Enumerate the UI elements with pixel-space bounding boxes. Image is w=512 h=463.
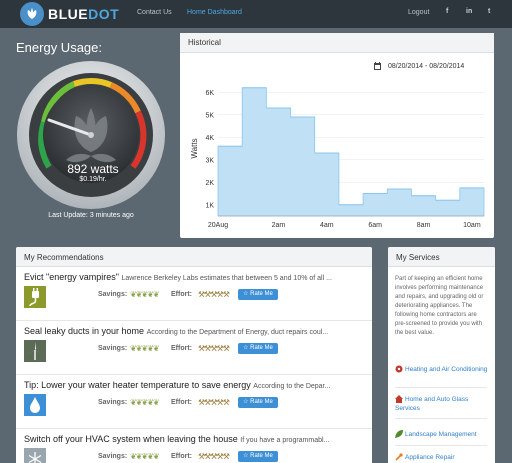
wind-turbine-icon [24, 340, 46, 362]
service-label: Appliance Repair [405, 454, 455, 461]
recommendation-desc: According to the Depar... [253, 383, 331, 390]
historical-chart: 1K 2K 3K 4K 5K 6K 20Aug 2am 4am 6am 8am 10am Watts [190, 87, 485, 229]
savings-label: Savings: [98, 453, 128, 460]
recommendation-text[interactable]: Switch off your HVAC system when leaving… [24, 434, 364, 444]
recommendation-item: Switch off your HVAC system when leaving… [16, 429, 372, 463]
y-tick-label: 4K [205, 135, 214, 142]
top-navbar: BLUEDOT Contact Us Home Dashboard Logout… [0, 0, 512, 28]
recommendation-desc: Lawrence Berkeley Labs estimates that be… [121, 275, 332, 282]
services-description: Part of keeping an efficient home involv… [395, 276, 484, 336]
savings-rating-icon: ❦❦❦❦❦ [130, 398, 159, 407]
x-tick-label: 10am [463, 222, 481, 229]
recommendation-title: Switch off your HVAC system when leaving… [24, 434, 238, 444]
services-panel: My Services Part of keeping an efficient… [388, 247, 495, 463]
service-item-landscape[interactable]: Landscape Management [395, 430, 491, 439]
recommendation-desc: If you have a programmabl... [240, 437, 330, 444]
recommendation-text[interactable]: Evict "energy vampires" Lawrence Berkele… [24, 272, 364, 282]
x-tick-label: 8am [417, 222, 431, 229]
x-tick-label: 6am [368, 222, 382, 229]
historical-panel: Historical 08/20/2014 - 08/20/2014 1K 2K 3… [180, 33, 494, 238]
logout-link[interactable]: Logout [408, 9, 429, 16]
current-watts: 892 watts [67, 162, 119, 176]
effort-rating-icon: ⚒⚒⚒⚒⚒ [198, 398, 230, 407]
plug-icon [24, 286, 46, 308]
bluedot-logo-icon[interactable] [20, 2, 44, 26]
y-axis-label: Watts [190, 138, 199, 158]
snowflake-icon [24, 448, 46, 463]
y-tick-label: 3K [205, 157, 214, 164]
divider [395, 418, 487, 419]
last-update-text: Last Update: 3 minutes ago [48, 212, 134, 219]
effort-label: Effort: [171, 291, 192, 298]
rate-me-button[interactable]: ☆ Rate Me [238, 451, 278, 462]
nav-contact-us[interactable]: Contact Us [137, 9, 172, 16]
effort-label: Effort: [171, 453, 192, 460]
savings-rating-icon: ❦❦❦❦❦ [130, 290, 159, 299]
service-item-glass[interactable]: Home and Auto Glass Services [395, 395, 491, 413]
y-tick-label: 6K [205, 90, 214, 97]
services-title: My Services [396, 253, 440, 262]
twitter-icon[interactable]: t [488, 8, 490, 15]
energy-gauge [17, 61, 165, 209]
recommendation-desc: According to the Department of Energy, d… [146, 329, 329, 336]
brand-name-part-a: BLUE [48, 6, 89, 22]
y-tick-label: 2K [205, 180, 214, 187]
service-label: Landscape Management [405, 431, 477, 438]
service-label: Home and Auto Glass Services [395, 396, 469, 412]
recommendations-header: My Recommendations [16, 247, 372, 267]
rate-me-button[interactable]: ☆ Rate Me [238, 289, 278, 300]
brand-name-part-b: DOT [88, 6, 120, 22]
recommendations-panel: My Recommendations Evict "energy vampire… [16, 247, 372, 463]
y-tick-label: 5K [205, 112, 214, 119]
linkedin-icon[interactable]: in [466, 8, 472, 15]
savings-label: Savings: [98, 345, 128, 352]
x-tick-label: 2am [272, 222, 286, 229]
recommendations-title: My Recommendations [24, 253, 104, 262]
recommendation-item: Seal leaky ducts in your home According … [16, 321, 372, 375]
service-label: Heating and Air Conditioning [405, 366, 488, 373]
recommendation-item: Evict "energy vampires" Lawrence Berkele… [16, 267, 372, 321]
effort-label: Effort: [171, 399, 192, 406]
savings-label: Savings: [98, 399, 128, 406]
facebook-icon[interactable]: f [446, 8, 448, 15]
y-tick-label: 1K [205, 202, 214, 209]
recommendation-title: Evict "energy vampires" [24, 272, 119, 282]
rate-me-button[interactable]: ☆ Rate Me [238, 397, 278, 408]
series-area [217, 87, 485, 217]
divider [395, 445, 487, 446]
savings-rating-icon: ❦❦❦❦❦ [130, 452, 159, 461]
leaf-icon [395, 430, 403, 439]
cost-per-hour: $0.19/hr. [79, 176, 107, 183]
effort-rating-icon: ⚒⚒⚒⚒⚒ [198, 452, 230, 461]
recommendation-title: Tip: Lower your water heater temperature… [24, 380, 251, 390]
effort-label: Effort: [171, 345, 192, 352]
recommendation-text[interactable]: Seal leaky ducts in your home According … [24, 326, 364, 336]
wrench-icon [395, 453, 403, 461]
nav-home-dashboard[interactable]: Home Dashboard [187, 9, 242, 16]
service-item-appliance[interactable]: Appliance Repair [395, 453, 491, 462]
fan-icon [395, 365, 403, 373]
savings-rating-icon: ❦❦❦❦❦ [130, 344, 159, 353]
energy-usage-title: Energy Usage: [16, 40, 102, 55]
service-item-heating[interactable]: Heating and Air Conditioning [395, 365, 491, 374]
recommendation-title: Seal leaky ducts in your home [24, 326, 145, 336]
services-header: My Services [388, 247, 495, 267]
x-tick-label: 20Aug [208, 222, 228, 229]
savings-label: Savings: [98, 291, 128, 298]
water-drop-icon [24, 394, 46, 416]
effort-rating-icon: ⚒⚒⚒⚒⚒ [198, 344, 230, 353]
rate-me-button[interactable]: ☆ Rate Me [238, 343, 278, 354]
recommendation-item: Tip: Lower your water heater temperature… [16, 375, 372, 429]
house-icon [395, 395, 403, 404]
divider [395, 387, 487, 388]
x-tick-label: 4am [320, 222, 334, 229]
effort-rating-icon: ⚒⚒⚒⚒⚒ [198, 290, 230, 299]
brand-name[interactable]: BLUEDOT [48, 6, 119, 22]
recommendation-text[interactable]: Tip: Lower your water heater temperature… [24, 380, 364, 390]
